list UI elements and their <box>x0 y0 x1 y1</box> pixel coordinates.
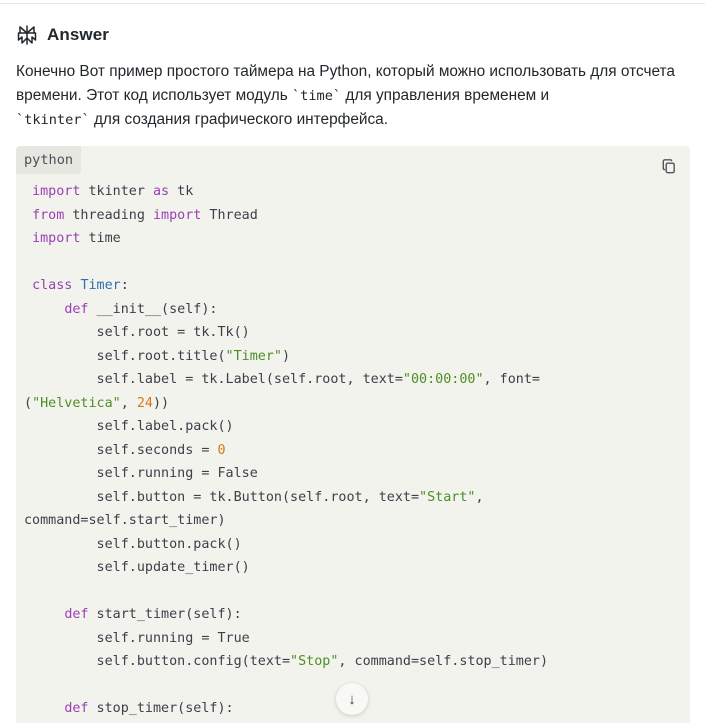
code-token: tk <box>169 184 194 199</box>
top-divider <box>0 3 705 4</box>
code-token: "Stop" <box>290 654 339 669</box>
code-token: "00:00:00" <box>402 372 484 387</box>
code-line: self.label = tk.Label(self.root, text="0… <box>24 372 540 387</box>
code-token: : <box>120 278 129 293</box>
code-token: def <box>64 607 89 622</box>
code-line: import tkinter as tk <box>24 184 193 199</box>
code-token: self.seconds = <box>24 442 218 458</box>
arrow-down-icon: ↓ <box>348 690 356 708</box>
code-line: def start_timer(self): <box>24 607 242 622</box>
code-token: Thread <box>201 207 258 223</box>
code-token: start_timer(self): <box>88 607 242 622</box>
code-token: command=self.start_timer) <box>24 513 226 528</box>
code-token: self.running = True <box>24 630 250 646</box>
code-token: from <box>32 207 65 223</box>
code-line: self.root = tk.Tk() <box>24 325 250 340</box>
code-token: self.button = tk.Button(self.root, text= <box>24 489 420 505</box>
scroll-down-button[interactable]: ↓ <box>336 683 368 715</box>
code-token: as <box>153 184 170 199</box>
code-token: , font= <box>483 372 540 387</box>
code-token: tkinter <box>80 184 153 199</box>
code-line: self.button = tk.Button(self.root, text=… <box>24 490 484 505</box>
code-line: self.running = True <box>24 631 250 646</box>
code-token: )) <box>153 395 170 411</box>
code-token: stop_timer(self): <box>88 701 234 716</box>
answer-title: Answer <box>47 25 110 44</box>
code-token: self.button.config(text= <box>24 654 291 669</box>
code-token: , <box>120 395 137 411</box>
code-line: self.update_timer() <box>24 560 250 575</box>
code-token: time <box>80 231 121 246</box>
code-token: self.label = tk.Label(self.root, text= <box>24 372 403 387</box>
answer-intro-text: Конечно Вот пример простого таймера на P… <box>16 60 686 132</box>
code-token: __init__(self): <box>88 301 218 317</box>
code-line: self.button.config(text="Stop", command=… <box>24 654 548 669</box>
code-token: import <box>32 231 81 246</box>
code-token: "Start" <box>419 489 476 505</box>
code-line: self.seconds = 0 <box>24 443 226 458</box>
code-token: "Timer" <box>225 348 282 364</box>
inline-code-tkinter: `tkinter` <box>16 112 90 128</box>
code-line: def __init__(self): <box>24 301 218 317</box>
code-language-tag: python <box>16 146 82 174</box>
code-token: threading <box>64 207 153 223</box>
code-token: ( <box>24 395 33 411</box>
code-token: def <box>64 301 89 317</box>
code-token: self.running = False <box>24 466 258 481</box>
inline-code-time: `time` <box>292 88 342 104</box>
code-token: 0 <box>217 442 226 458</box>
copy-icon <box>662 158 675 173</box>
code-line: self.root.title("Timer") <box>24 348 291 364</box>
code-token: class <box>32 278 73 293</box>
code-line: self.button.pack() <box>24 537 242 552</box>
code-line: self.label.pack() <box>24 419 234 434</box>
code-line: self.running = False <box>24 466 258 481</box>
code-token: self.update_timer() <box>24 560 250 575</box>
code-token: import <box>32 184 81 199</box>
code-token: "Helvetica" <box>32 395 121 411</box>
code-token: Timer <box>80 278 121 293</box>
perplexity-logo-icon <box>16 24 38 46</box>
code-content: import tkinter as tk from threading impo… <box>24 180 548 721</box>
code-token: , <box>475 489 484 505</box>
code-token: self.label.pack() <box>24 419 234 434</box>
code-token: self.root = tk.Tk() <box>24 325 250 340</box>
intro-text-part: для управления временем и <box>341 87 550 104</box>
code-token: import <box>153 207 202 223</box>
code-token: self.button.pack() <box>24 536 242 552</box>
code-token: , command=self.stop_timer) <box>338 654 549 669</box>
code-line: import time <box>24 231 121 246</box>
code-line: command=self.start_timer) <box>24 513 226 528</box>
copy-code-button[interactable] <box>660 157 678 175</box>
code-token: self.root.title( <box>24 348 226 364</box>
intro-text-part: для создания графического интерфейса. <box>89 111 389 128</box>
code-line: ("Helvetica", 24)) <box>24 396 169 411</box>
code-token: ) <box>281 348 291 364</box>
code-token: 24 <box>136 395 153 411</box>
code-token: def <box>64 701 89 716</box>
code-line: def stop_timer(self): <box>24 701 234 716</box>
code-block: python import tkinter as tk from threadi… <box>16 146 690 723</box>
answer-header: Answer <box>16 22 109 48</box>
code-line: class Timer: <box>24 278 129 293</box>
code-line: from threading import Thread <box>24 208 258 223</box>
